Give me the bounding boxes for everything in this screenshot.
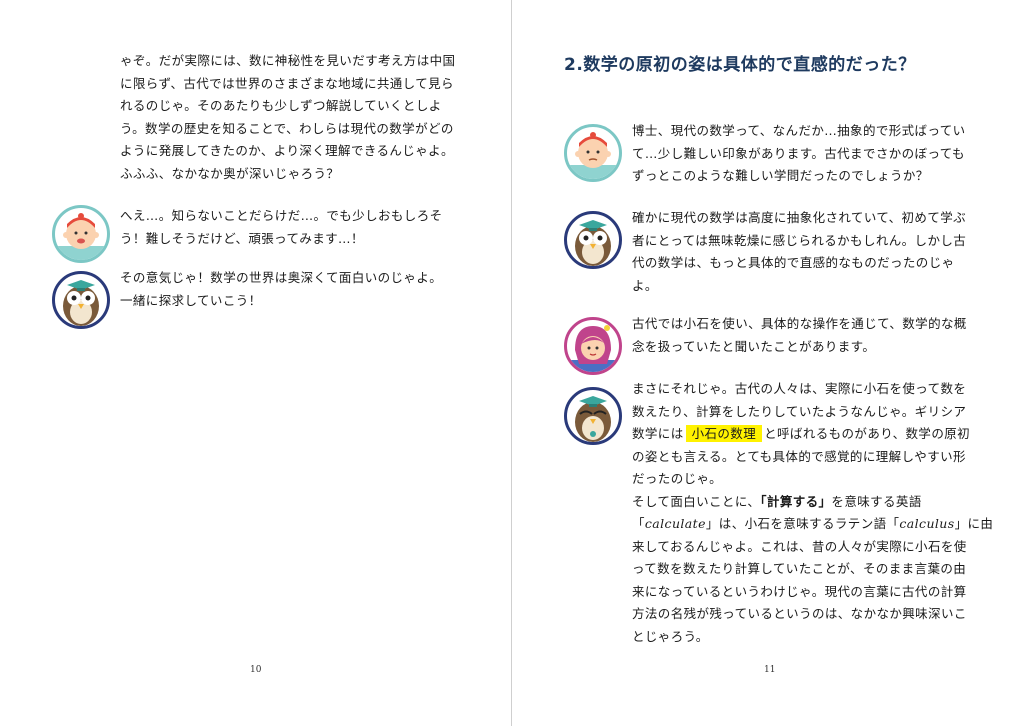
text-line: 一緒に探求していこう！ (120, 292, 262, 308)
text-line: う。数学の歴史を知ることで、わしらは現代の数学がどの (120, 120, 454, 136)
page-number: 11 (764, 665, 776, 675)
text-line: 方法の名残が残っているというのは、なかなか興味深いこ (632, 606, 967, 621)
text-line: 来しておるんじゃよ。これは、昔の人々が実際に小石を使 (632, 538, 967, 554)
text-line: 代の数学は、もっと具体的で直感的なものだったのじゃ (632, 255, 955, 270)
owl-professor-avatar-icon (564, 387, 622, 445)
text-line: 来になっているというわけじゃ。現代の言葉に古代の計算 (632, 583, 967, 599)
text-line: そして面白いことに、「計算する」を意味する英語 (632, 493, 922, 509)
intro-paragraph: ゃぞ。だが実際には、数に神秘性を見いだす考え方は中国 に限らず、古代では世界のさ… (120, 50, 455, 185)
text-line: ふふふ、なかなか奥が深いじゃろう？ (120, 165, 340, 181)
boy-avatar-icon (564, 124, 622, 182)
text-line: 「calculate」は、小石を意味するラテン語「calculus」に由 (632, 516, 994, 531)
text-line: 数えたり、計算をしたりしていたようなんじゃ。ギリシア (632, 403, 967, 419)
owl-professor-avatar-icon (52, 271, 110, 329)
girl-avatar-icon (564, 317, 622, 375)
latin-term: calculus (899, 516, 955, 531)
highlighted-term: 小石の数理 (685, 425, 763, 442)
text-line: う！難しそうだけど、頑張ってみます…！ (120, 230, 364, 246)
section-heading: 2.数学の原初の姿は具体的で直感的だった？ (564, 55, 916, 75)
right-page: 2.数学の原初の姿は具体的で直感的だった？ 博士、現代の数学って、なんだか…抽象… (512, 0, 1024, 726)
text-line: 古代では小石を使い、具体的な操作を通じて、数学的な概 (632, 316, 967, 331)
text-line: 数学には 小石の数理 と呼ばれるものがあり、数学の原初 (632, 425, 971, 442)
text-line: て…少し難しい印象があります。古代までさかのぼっても (632, 145, 965, 161)
boy-avatar-icon (52, 205, 110, 263)
text-line: へえ…。知らないことだらけだ…。でも少しおもしろそ (120, 208, 443, 223)
owl-professor-avatar-icon (564, 211, 622, 269)
owl-dialogue: その意気じゃ！数学の世界は奥深くて面白いのじゃよ。 一緒に探求していこう！ (120, 267, 442, 312)
text-line: よ。 (632, 277, 658, 293)
text-line: だったのじゃ。 (632, 471, 723, 486)
bold-term: 「計算する」 (760, 493, 832, 509)
owl-explanation-dialogue: まさにそれじゃ。古代の人々は、実際に小石を使って数を 数えたり、計算をしたりして… (632, 378, 993, 648)
text-line: 者にとっては無味乾燥に感じられるかもしれん。しかし古 (632, 232, 967, 248)
text-line: に限らず、古代では世界のさまざまな地域に共通して見ら (120, 75, 454, 91)
text-line: 念を扱っていたと聞いたことがあります。 (632, 338, 876, 354)
text-line: 博士、現代の数学って、なんだか…抽象的で形式ばってい (632, 123, 966, 138)
girl-dialogue: 古代では小石を使い、具体的な操作を通じて、数学的な概 念を扱っていたと聞いたこと… (632, 313, 967, 358)
owl-answer-dialogue: 確かに現代の数学は高度に抽象化されていて、初めて学ぶ 者にとっては無味乾燥に感じ… (632, 207, 966, 297)
book-spread: ゃぞ。だが実際には、数に神秘性を見いだす考え方は中国 に限らず、古代では世界のさ… (0, 0, 1024, 726)
boy-dialogue: へえ…。知らないことだらけだ…。でも少しおもしろそ う！難しそうだけど、頑張って… (120, 205, 443, 250)
text-line: 確かに現代の数学は高度に抽象化されていて、初めて学ぶ (632, 210, 967, 225)
text-line: って数を数えたり計算していたことが、そのまま言葉の由 (632, 561, 967, 576)
text-line: その意気じゃ！数学の世界は奥深くて面白いのじゃよ。 (120, 270, 443, 285)
english-term: calculate (644, 516, 706, 531)
text-line: とじゃろう。 (632, 628, 709, 644)
text-line: ように発展してきたのか、より深く理解できるんじゃよ。 (120, 143, 454, 158)
text-line: れるのじゃ。そのあたりも少しずつ解説していくとしよ (120, 98, 442, 113)
page-number: 10 (250, 665, 262, 675)
text-line: まさにそれじゃ。古代の人々は、実際に小石を使って数を (632, 381, 967, 396)
left-page: ゃぞ。だが実際には、数に神秘性を見いだす考え方は中国 に限らず、古代では世界のさ… (0, 0, 512, 726)
text-line: ゃぞ。だが実際には、数に神秘性を見いだす考え方は中国 (120, 53, 456, 68)
boy-question-dialogue: 博士、現代の数学って、なんだか…抽象的で形式ばってい て…少し難しい印象がありま… (632, 120, 966, 188)
text-line: ずっとこのような難しい学問だったのでしょうか？ (632, 168, 929, 183)
text-line: の姿とも言える。とても具体的で感覚的に理解しやすい形 (632, 448, 966, 464)
